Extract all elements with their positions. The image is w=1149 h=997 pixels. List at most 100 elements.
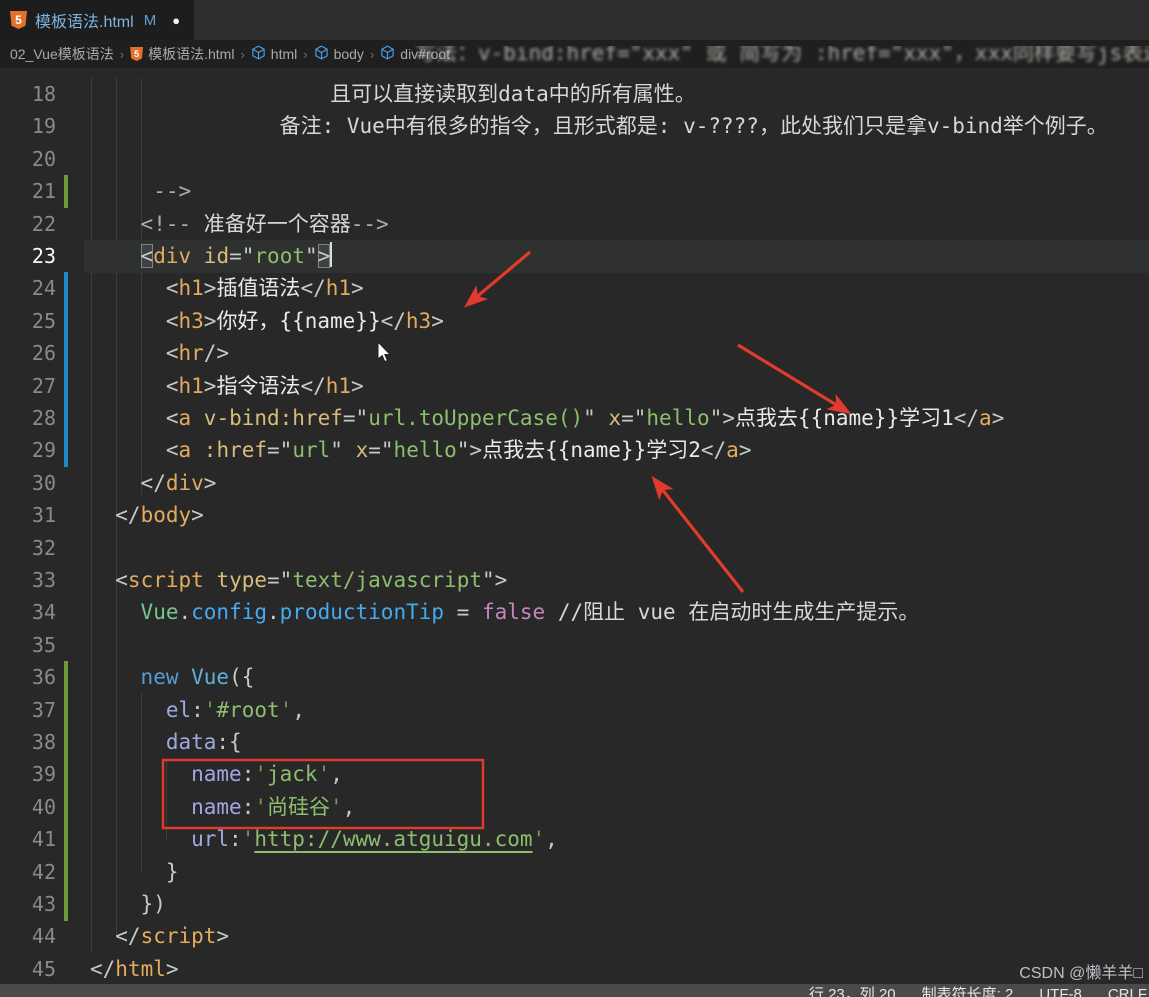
line-number[interactable]: 19 xyxy=(0,110,56,143)
line-number[interactable]: 20 xyxy=(0,143,56,176)
code-text: <!-- 准备好一个容器--> xyxy=(90,208,389,241)
line-number[interactable]: 26 xyxy=(0,337,56,370)
breadcrumb-item-02_Vue模板语法[interactable]: 02_Vue模板语法 xyxy=(10,44,114,64)
line-number[interactable]: 45 xyxy=(0,953,56,985)
line-number[interactable]: 35 xyxy=(0,629,56,662)
unsaved-dot-icon[interactable]: ● xyxy=(172,13,180,28)
line-number[interactable]: 41 xyxy=(0,823,56,856)
code-line-24[interactable]: 24 <h1>插值语法</h1> xyxy=(0,272,1149,305)
code-text: </div> xyxy=(90,467,216,500)
status-item[interactable]: CRLF xyxy=(1108,985,1147,997)
code-line-18[interactable]: 18且可以直接读取到data中的所有属性。 xyxy=(0,78,1149,111)
code-line-23[interactable]: 23<div id="root"> xyxy=(0,240,1149,273)
line-number[interactable]: 27 xyxy=(0,370,56,403)
breadcrumb-item-div#root[interactable]: div#root xyxy=(380,45,450,63)
code-line-43[interactable]: 43}) xyxy=(0,888,1149,921)
code-text: new Vue({ xyxy=(90,661,254,694)
line-number[interactable]: 43 xyxy=(0,888,56,921)
code-text: <a v-bind:href="url.toUpperCase()" x="he… xyxy=(90,402,1004,435)
code-text: <h1>插值语法</h1> xyxy=(90,272,364,305)
line-number[interactable]: 31 xyxy=(0,499,56,532)
line-number[interactable]: 36 xyxy=(0,661,56,694)
code-line-28[interactable]: 28 <a v-bind:href="url.toUpperCase()" x="… xyxy=(0,402,1149,435)
line-number[interactable]: 39 xyxy=(0,758,56,791)
csdn-watermark: CSDN @懒羊羊□ xyxy=(1019,959,1143,983)
gutter-change-bar xyxy=(64,694,68,727)
line-number[interactable]: 38 xyxy=(0,726,56,759)
code-text: <a :href="url" x="hello">点我去{{name}}学习2<… xyxy=(90,434,751,467)
code-line-29[interactable]: 29 <a :href="url" x="hello">点我去{{name}}学习… xyxy=(0,434,1149,467)
code-line-27[interactable]: 27 <h1>指令语法</h1> xyxy=(0,370,1149,403)
line-number[interactable]: 21 xyxy=(0,175,56,208)
line-number[interactable]: 40 xyxy=(0,791,56,824)
code-text: </script> xyxy=(90,920,229,953)
gutter-change-bar xyxy=(64,661,68,694)
line-number[interactable]: 37 xyxy=(0,694,56,727)
code-line-26[interactable]: 26<hr/> xyxy=(0,337,1149,370)
line-number[interactable]: 18 xyxy=(0,78,56,111)
code-text: </html> xyxy=(90,953,179,985)
code-line-45[interactable]: 45 </html> xyxy=(0,953,1149,985)
gutter-change-bar xyxy=(64,402,68,435)
line-number[interactable]: 34 xyxy=(0,596,56,629)
tab-template-syntax[interactable]: 5 模板语法.html M ● xyxy=(0,0,194,40)
status-item[interactable]: 制表符长度: 2 xyxy=(922,985,1014,997)
gutter-change-bar xyxy=(64,175,68,208)
line-number[interactable]: 24 xyxy=(0,272,56,305)
code-line-41[interactable]: 41 url:'http://www.atguigu.com', xyxy=(0,823,1149,856)
code-line-36[interactable]: 36 new Vue({ xyxy=(0,661,1149,694)
code-line-39[interactable]: 39 name:'jack', xyxy=(0,758,1149,791)
gutter-change-bar xyxy=(64,791,68,824)
code-line-35[interactable]: 35 xyxy=(0,629,1149,662)
line-number[interactable]: 32 xyxy=(0,532,56,565)
code-line-21[interactable]: 21 --> xyxy=(0,175,1149,208)
code-line-38[interactable]: 38data:{ xyxy=(0,726,1149,759)
code-line-44[interactable]: 44 </script> xyxy=(0,920,1149,953)
line-number[interactable]: 30 xyxy=(0,467,56,500)
line-number[interactable]: 44 xyxy=(0,920,56,953)
status-item[interactable]: UTF-8 xyxy=(1039,985,1082,997)
line-number[interactable]: 22 xyxy=(0,208,56,241)
tab-bar: 5 模板语法.html M ● xyxy=(0,0,1149,40)
code-editor[interactable]: 18且可以直接读取到data中的所有属性。19 备注: Vue中有很多的指令，且形… xyxy=(0,68,1149,985)
code-line-32[interactable]: 32 xyxy=(0,532,1149,565)
line-number[interactable]: 23 xyxy=(0,240,56,273)
code-line-42[interactable]: 42} xyxy=(0,856,1149,889)
line-number[interactable]: 28 xyxy=(0,402,56,435)
line-number[interactable]: 42 xyxy=(0,856,56,889)
breadcrumb-item-html[interactable]: html xyxy=(251,45,297,63)
gutter-change-bar xyxy=(64,888,68,921)
code-text: url:'http://www.atguigu.com', xyxy=(90,823,558,856)
breadcrumb-item-body[interactable]: body xyxy=(314,45,364,63)
code-text: 备注: Vue中有很多的指令，且形式都是: v-????，此处我们只是拿v-bi… xyxy=(90,110,1108,143)
code-line-40[interactable]: 40name:'尚硅谷', xyxy=(0,791,1149,824)
code-line-37[interactable]: 37el:'#root', xyxy=(0,694,1149,727)
code-text: <h1>指令语法</h1> xyxy=(90,370,364,403)
line-number[interactable]: 25 xyxy=(0,305,56,338)
chevron-right-icon: › xyxy=(370,47,374,62)
code-line-34[interactable]: 34Vue.config.productionTip = false //阻止 … xyxy=(0,596,1149,629)
code-line-20[interactable]: 20 xyxy=(0,143,1149,176)
symbol-cube-icon xyxy=(380,45,395,63)
code-text: </body> xyxy=(90,499,204,532)
code-text: --> xyxy=(90,175,191,208)
code-line-22[interactable]: 22 <!-- 准备好一个容器--> xyxy=(0,208,1149,241)
line-number[interactable]: 29 xyxy=(0,434,56,467)
gutter-change-bar xyxy=(64,272,68,305)
status-item[interactable]: 行 23，列 20 xyxy=(809,985,896,997)
code-text: } xyxy=(90,856,178,889)
gutter-change-bar xyxy=(64,856,68,889)
code-text: name:'jack', xyxy=(90,758,343,791)
line-number[interactable]: 33 xyxy=(0,564,56,597)
code-line-31[interactable]: 31 </body> xyxy=(0,499,1149,532)
code-line-33[interactable]: 33<script type="text/javascript"> xyxy=(0,564,1149,597)
code-line-30[interactable]: 30 </div> xyxy=(0,467,1149,500)
gutter-change-bar xyxy=(64,758,68,791)
breadcrumb-item-模板语法.html[interactable]: 5模板语法.html xyxy=(130,44,234,64)
gutter-change-bar xyxy=(64,823,68,856)
code-text: <h3>你好，{{name}}</h3> xyxy=(90,305,444,338)
breadcrumb: 02_Vue模板语法›5模板语法.html›html›body›div#root xyxy=(0,40,1149,68)
code-line-19[interactable]: 19 备注: Vue中有很多的指令，且形式都是: v-????，此处我们只是拿v-… xyxy=(0,110,1149,143)
code-line-25[interactable]: 25 <h3>你好，{{name}}</h3> xyxy=(0,305,1149,338)
gutter-change-bar xyxy=(64,370,68,403)
